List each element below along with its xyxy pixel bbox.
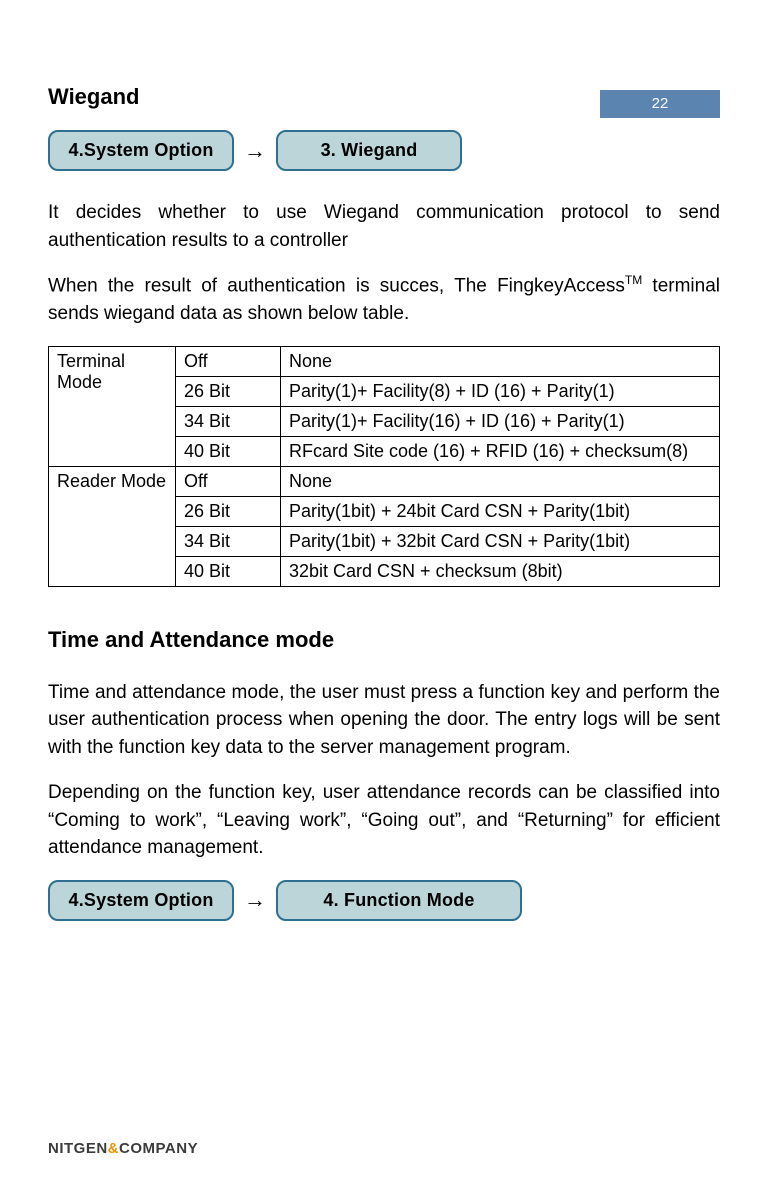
wiegand-para-2: When the result of authentication is suc… [48, 272, 720, 327]
wiegand-table: Terminal ModeOffNone26 BitParity(1)+ Fac… [48, 346, 720, 587]
ta-para-1: Time and attendance mode, the user must … [48, 679, 720, 762]
nav-box-wiegand: 3. Wiegand [276, 130, 462, 171]
ta-nav: 4.System Option → 4. Function Mode [48, 880, 720, 921]
ta-title: Time and Attendance mode [48, 627, 720, 653]
ta-para-2: Depending on the function key, user atte… [48, 779, 720, 862]
wiegand-para-2a: When the result of authentication is suc… [48, 275, 625, 296]
page: 22 Wiegand 4.System Option → 3. Wiegand … [0, 84, 768, 1179]
page-number-badge: 22 [600, 90, 720, 118]
wiegand-para-1: It decides whether to use Wiegand commun… [48, 199, 720, 254]
footer-part2: COMPANY [119, 1140, 198, 1157]
nav-box-function-mode: 4. Function Mode [276, 880, 522, 921]
desc-cell: RFcard Site code (16) + RFID (16) + chec… [281, 436, 720, 466]
mode-cell: Reader Mode [49, 466, 176, 586]
arrow-right-icon: → [244, 887, 266, 913]
desc-cell: 32bit Card CSN + checksum (8bit) [281, 556, 720, 586]
desc-cell: Parity(1)+ Facility(8) + ID (16) + Parit… [281, 376, 720, 406]
bit-cell: 26 Bit [176, 496, 281, 526]
table-row: Terminal ModeOffNone [49, 346, 720, 376]
bit-cell: 34 Bit [176, 406, 281, 436]
nav-box-system-option: 4.System Option [48, 130, 234, 171]
footer-amp: & [108, 1140, 119, 1157]
bit-cell: 40 Bit [176, 436, 281, 466]
footer-brand: NITGEN&COMPANY [48, 1140, 198, 1157]
mode-cell: Terminal Mode [49, 346, 176, 466]
arrow-right-icon: → [244, 138, 266, 164]
footer-part1: NITGEN [48, 1140, 108, 1157]
bit-cell: 26 Bit [176, 376, 281, 406]
desc-cell: None [281, 346, 720, 376]
desc-cell: Parity(1bit) + 24bit Card CSN + Parity(1… [281, 496, 720, 526]
table-row: Reader ModeOffNone [49, 466, 720, 496]
desc-cell: None [281, 466, 720, 496]
nav-box-system-option-2: 4.System Option [48, 880, 234, 921]
bit-cell: 34 Bit [176, 526, 281, 556]
bit-cell: 40 Bit [176, 556, 281, 586]
bit-cell: Off [176, 466, 281, 496]
bit-cell: Off [176, 346, 281, 376]
wiegand-nav: 4.System Option → 3. Wiegand [48, 130, 720, 171]
trademark-sup: TM [625, 273, 642, 287]
desc-cell: Parity(1)+ Facility(16) + ID (16) + Pari… [281, 406, 720, 436]
desc-cell: Parity(1bit) + 32bit Card CSN + Parity(1… [281, 526, 720, 556]
